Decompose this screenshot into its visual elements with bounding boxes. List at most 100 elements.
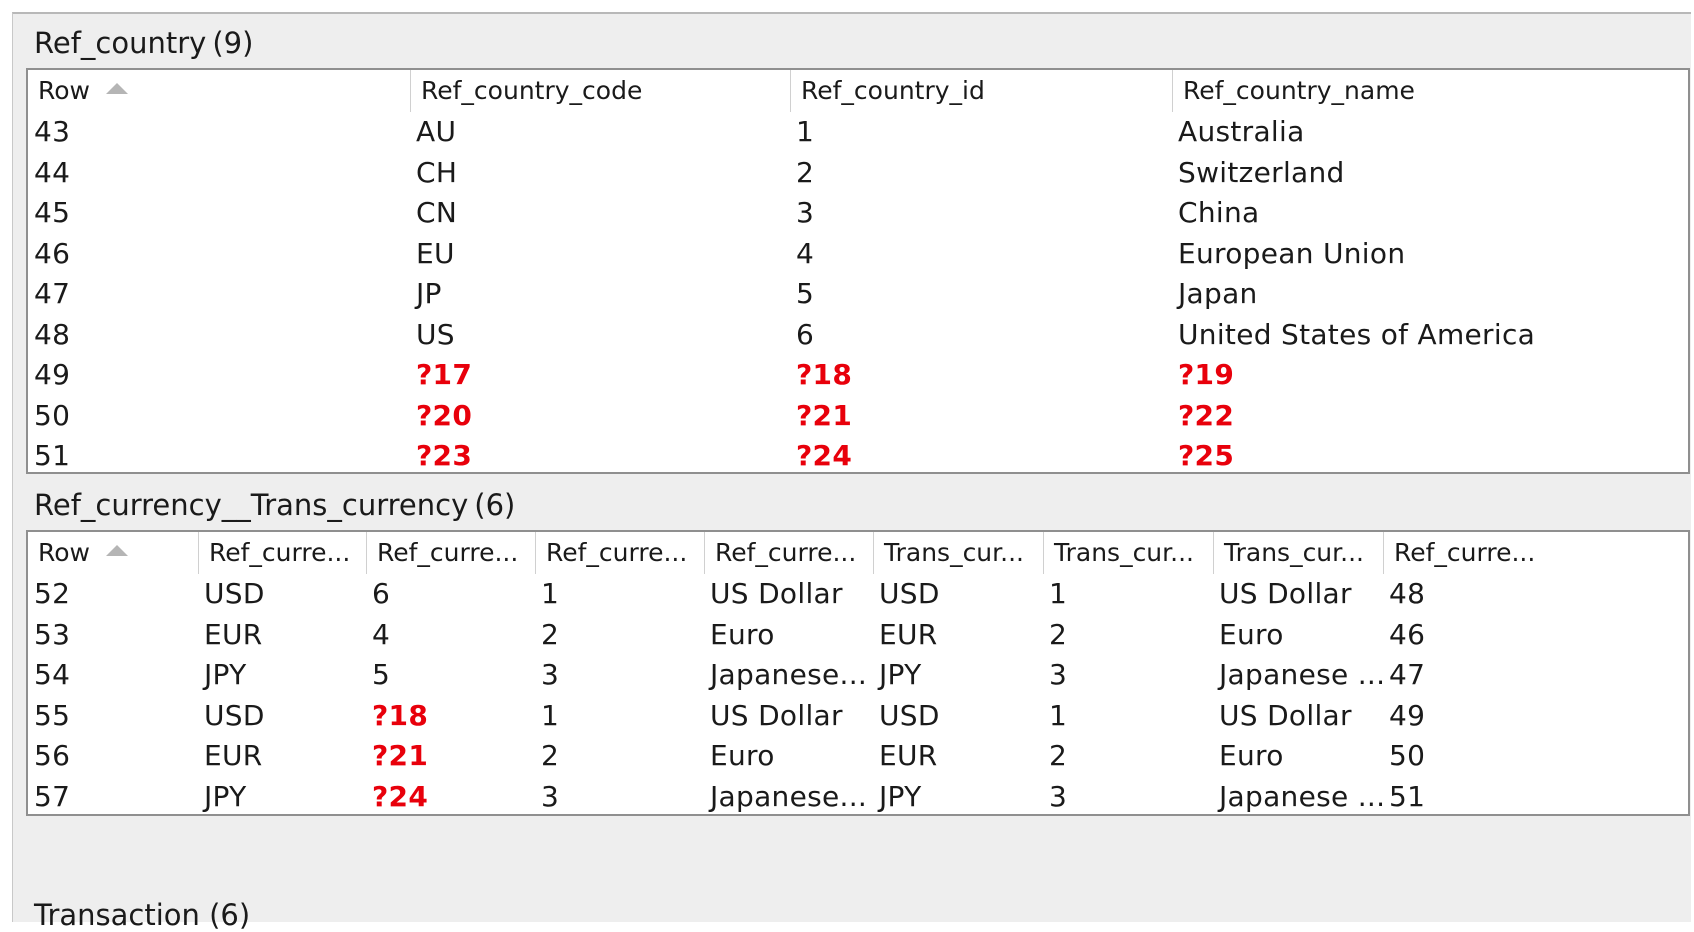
- column-header-7-trans-cur[interactable]: Trans_cur...: [1213, 532, 1383, 574]
- table-row[interactable]: 49 ?17 ?18 ?19: [28, 355, 1688, 396]
- table-row[interactable]: 44 CH 2 Switzerland: [28, 153, 1688, 194]
- column-header-2-ref-curre[interactable]: Ref_curre...: [366, 532, 535, 574]
- table-cell: 4: [372, 617, 391, 651]
- table-cell: China: [1178, 196, 1260, 229]
- table-cell: Australia: [1178, 115, 1305, 148]
- table-row[interactable]: 47 JP 5 Japan: [28, 274, 1688, 315]
- column-header-label: Ref_curre...: [209, 538, 351, 567]
- column-header-label: Trans_cur...: [1224, 538, 1364, 567]
- table-cell: 51: [1389, 779, 1426, 813]
- table-cell: 2: [541, 617, 560, 651]
- table-cell: European Union: [1178, 236, 1406, 270]
- table-cell: JPY: [204, 779, 247, 813]
- missing-value-cell: ?17: [416, 358, 473, 391]
- missing-value-cell: ?20: [416, 398, 473, 432]
- table-header: Row Ref_curre... Ref_curre... Ref_curre... R…: [28, 532, 1688, 574]
- table-cell: EUR: [879, 739, 938, 772]
- row-count: (9): [212, 26, 254, 60]
- table-cell: CH: [416, 155, 458, 189]
- table-cell: Euro: [710, 739, 775, 772]
- row-number-cell: 43: [34, 115, 71, 148]
- ref-currency-trans-currency-table[interactable]: Row Ref_curre... Ref_curre... Ref_curre... R…: [26, 530, 1690, 816]
- row-number-cell: 44: [34, 155, 71, 189]
- table-cell: 3: [1049, 779, 1068, 813]
- table-cell: EUR: [204, 739, 263, 772]
- table-cell: JPY: [879, 658, 922, 691]
- table-cell: 4: [796, 236, 815, 270]
- table-cell: EU: [416, 236, 455, 270]
- table-row[interactable]: 48 US 6 United States of America: [28, 315, 1688, 356]
- table-cell: Euro: [710, 617, 775, 651]
- table-row[interactable]: 54 JPY 5 3 Japanese... JPY 3 Japanese ... 47: [28, 655, 1688, 696]
- missing-value-cell: ?25: [1178, 439, 1235, 472]
- column-header-3-ref-country-name[interactable]: Ref_country_name: [1172, 70, 1688, 112]
- sort-ascending-icon: [106, 544, 128, 556]
- missing-value-cell: ?21: [796, 398, 853, 432]
- row-count: (6): [474, 488, 516, 522]
- row-number-cell: 46: [34, 236, 71, 270]
- column-header-5-trans-cur[interactable]: Trans_cur...: [873, 532, 1043, 574]
- table-cell: USD: [204, 698, 265, 732]
- table-name: Ref_country: [34, 26, 207, 60]
- table-cell: 2: [796, 155, 815, 189]
- column-header-2-ref-country-id[interactable]: Ref_country_id: [790, 70, 1172, 112]
- column-header-row[interactable]: Row: [28, 532, 198, 574]
- table-row[interactable]: 43 AU 1 Australia: [28, 112, 1688, 153]
- table-cell: US Dollar: [1219, 577, 1352, 610]
- table-cell: Japanese ...: [1219, 779, 1383, 813]
- row-number-cell: 55: [34, 698, 71, 732]
- table-row[interactable]: 46 EU 4 European Union: [28, 234, 1688, 275]
- table-cell: CN: [416, 196, 458, 229]
- column-header-row[interactable]: Row: [28, 70, 410, 112]
- column-header-label: Ref_curre...: [1394, 538, 1536, 567]
- column-header-6-trans-cur[interactable]: Trans_cur...: [1043, 532, 1213, 574]
- table-cell: 49: [1389, 698, 1426, 732]
- table-cell: US Dollar: [710, 577, 843, 610]
- table-cell: 1: [541, 698, 560, 732]
- table-cell: 3: [541, 779, 560, 813]
- table-cell: JPY: [879, 779, 922, 813]
- table-cell: 3: [796, 196, 815, 229]
- column-header-4-ref-curre[interactable]: Ref_curre...: [704, 532, 873, 574]
- ref-country-table[interactable]: Row Ref_country_code Ref_country_id Ref_cou…: [26, 68, 1690, 474]
- table-row[interactable]: 55 USD ?18 1 US Dollar USD 1 US Dollar 49: [28, 696, 1688, 737]
- missing-value-cell: ?19: [1178, 358, 1235, 391]
- table-cell: United States of America: [1178, 317, 1536, 351]
- table-row[interactable]: 52 USD 6 1 US Dollar USD 1 US Dollar 48: [28, 574, 1688, 615]
- table-cell: 48: [1389, 577, 1426, 610]
- table-cell: 47: [1389, 658, 1426, 691]
- column-header-1-ref-curre[interactable]: Ref_curre...: [198, 532, 366, 574]
- column-header-label: Row: [38, 76, 90, 105]
- missing-value-cell: ?24: [372, 779, 429, 813]
- table-row[interactable]: 56 EUR ?21 2 Euro EUR 2 Euro 50: [28, 736, 1688, 777]
- table-cell: 1: [1049, 698, 1068, 732]
- table-cell: Japanese...: [710, 779, 868, 813]
- column-header-label: Ref_country_id: [801, 76, 985, 105]
- section-title-ref-country: Ref_country (9): [34, 26, 253, 60]
- table-row[interactable]: 57 JPY ?24 3 Japanese... JPY 3 Japanese ... 51: [28, 777, 1688, 815]
- table-row[interactable]: 50 ?20 ?21 ?22: [28, 396, 1688, 437]
- table-row[interactable]: 53 EUR 4 2 Euro EUR 2 Euro 46: [28, 615, 1688, 656]
- table-cell: Switzerland: [1178, 155, 1345, 189]
- table-cell: 1: [541, 577, 560, 610]
- table-cell: AU: [416, 115, 457, 148]
- table-row[interactable]: 45 CN 3 China: [28, 193, 1688, 234]
- table-cell: USD: [879, 577, 940, 610]
- table-cell: 2: [541, 739, 560, 772]
- sort-ascending-icon: [106, 82, 128, 94]
- table-cell: 46: [1389, 617, 1426, 651]
- table-row[interactable]: 51 ?23 ?24 ?25: [28, 436, 1688, 472]
- table-cell: 2: [1049, 739, 1068, 772]
- missing-value-cell: ?23: [416, 439, 473, 472]
- column-header-label: Ref_curre...: [546, 538, 688, 567]
- table-header: Row Ref_country_code Ref_country_id Ref_cou…: [28, 70, 1688, 112]
- table-cell: US Dollar: [710, 698, 843, 732]
- column-header-3-ref-curre[interactable]: Ref_curre...: [535, 532, 704, 574]
- column-header-1-ref-country-code[interactable]: Ref_country_code: [410, 70, 790, 112]
- missing-value-cell: ?18: [796, 358, 853, 391]
- column-header-label: Row: [38, 538, 90, 567]
- column-header-8-ref-curre[interactable]: Ref_curre...: [1383, 532, 1688, 574]
- table-cell: 6: [796, 317, 815, 351]
- table-cell: USD: [879, 698, 940, 732]
- section-title-ref-currency-trans-currency: Ref_currency__Trans_currency (6): [34, 488, 515, 522]
